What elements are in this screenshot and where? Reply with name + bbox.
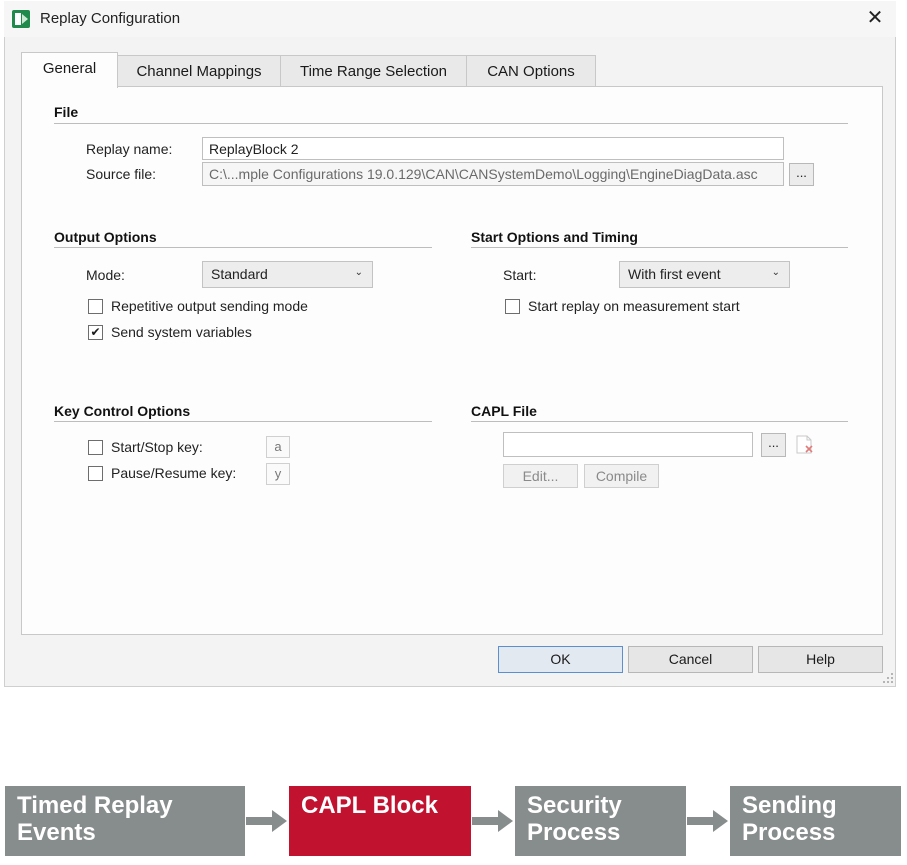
send-system-variables-checkbox[interactable]: ✔	[88, 325, 103, 340]
pause-resume-key-input[interactable]: y	[266, 463, 290, 485]
tab-can-options[interactable]: CAN Options	[466, 55, 596, 86]
window-title: Replay Configuration	[40, 10, 181, 27]
pause-resume-key-label: Pause/Resume key:	[111, 465, 237, 481]
start-on-measurement-label: Start replay on measurement start	[528, 298, 740, 314]
start-stop-key-checkbox[interactable]	[88, 440, 103, 455]
tab-can-options-label: CAN Options	[487, 63, 575, 80]
start-options-divider	[471, 247, 848, 248]
close-icon[interactable]: ✕	[862, 6, 888, 32]
replay-name-input[interactable]: ReplayBlock 2	[202, 137, 784, 160]
flow-arrow-icon	[246, 810, 287, 832]
source-file-label: Source file:	[86, 166, 157, 182]
tab-time-range-selection[interactable]: Time Range Selection	[280, 55, 467, 86]
tab-channel-mappings[interactable]: Channel Mappings	[117, 55, 281, 86]
source-file-browse-button[interactable]: ...	[789, 163, 814, 186]
key-control-divider	[54, 421, 432, 422]
flow-box-line2: Process	[527, 819, 621, 846]
repetitive-output-checkbox[interactable]	[88, 299, 103, 314]
capl-file-input[interactable]	[503, 432, 753, 457]
send-system-variables-label: Send system variables	[111, 324, 252, 340]
flow-box-line1: Security	[527, 792, 622, 819]
flow-box-security-process: Security Process	[515, 786, 686, 856]
start-options-title: Start Options and Timing	[471, 229, 638, 245]
start-on-measurement-checkbox[interactable]	[505, 299, 520, 314]
tab-general-label: General	[42, 60, 97, 77]
app-icon	[12, 10, 30, 28]
flow-box-line2: Process	[742, 819, 836, 846]
resize-grip-icon[interactable]	[880, 670, 894, 684]
key-control-title: Key Control Options	[54, 403, 191, 419]
chevron-down-icon: ⌄	[771, 267, 780, 278]
pause-resume-key-checkbox[interactable]	[88, 466, 103, 481]
flow-box-sending-process: Sending Process	[730, 786, 901, 856]
flow-box-line2: Events	[17, 819, 96, 846]
source-file-input[interactable]: C:\...mple Configurations 19.0.129\CAN\C…	[202, 162, 784, 186]
file-group-title: File	[54, 104, 79, 120]
capl-compile-button[interactable]: Compile	[584, 464, 659, 488]
repetitive-output-label: Repetitive output sending mode	[111, 298, 308, 314]
flow-arrow-icon	[472, 810, 513, 832]
output-options-divider	[54, 247, 432, 248]
replay-name-label: Replay name:	[86, 141, 173, 157]
start-dropdown[interactable]: With first event ⌄	[619, 261, 790, 288]
tab-general[interactable]: General	[21, 52, 118, 88]
chevron-down-icon: ⌄	[354, 267, 363, 278]
flow-box-line1: CAPL Block	[301, 792, 438, 819]
capl-edit-button[interactable]: Edit...	[503, 464, 578, 488]
help-button[interactable]: Help	[758, 646, 883, 673]
output-options-title: Output Options	[54, 229, 157, 245]
capl-file-divider	[471, 421, 848, 422]
flow-box-capl-block: CAPL Block	[289, 786, 471, 856]
flow-arrow-icon	[687, 810, 728, 832]
mode-dropdown-value: Standard	[211, 266, 268, 282]
file-group-divider	[54, 123, 848, 124]
flow-box-timed-replay-events: Timed Replay Events	[5, 786, 245, 856]
flow-box-line1: Sending	[742, 792, 837, 819]
flow-box-line1: Timed Replay	[17, 792, 173, 819]
ok-button[interactable]: OK	[498, 646, 623, 673]
mode-dropdown[interactable]: Standard ⌄	[202, 261, 373, 288]
mode-label: Mode:	[86, 267, 125, 283]
start-dropdown-value: With first event	[628, 266, 721, 282]
tab-time-range-selection-label: Time Range Selection	[299, 63, 448, 80]
tab-channel-mappings-label: Channel Mappings	[136, 63, 262, 80]
start-stop-key-input[interactable]: a	[266, 436, 290, 458]
start-stop-key-label: Start/Stop key:	[111, 439, 203, 455]
start-label: Start:	[503, 267, 537, 283]
clear-file-icon[interactable]	[792, 433, 817, 457]
capl-file-title: CAPL File	[471, 403, 537, 419]
cancel-button[interactable]: Cancel	[628, 646, 753, 673]
capl-file-browse-button[interactable]: ...	[761, 433, 786, 457]
